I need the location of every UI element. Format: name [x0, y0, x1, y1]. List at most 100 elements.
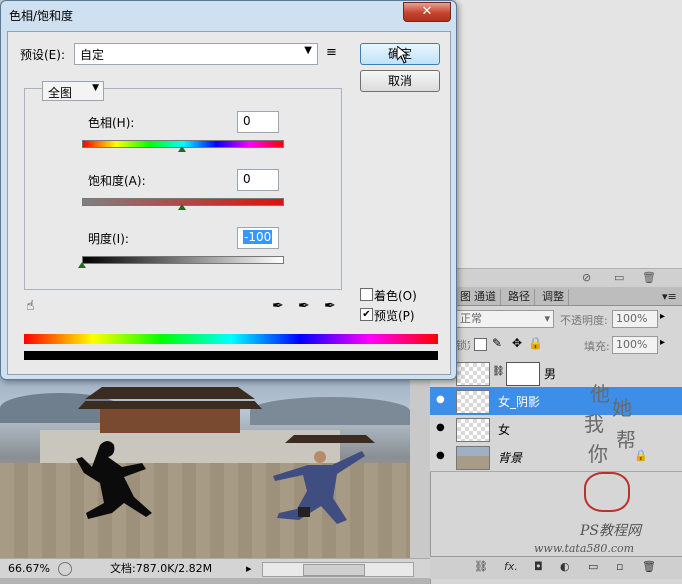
lightness-input[interactable]: -100	[237, 227, 279, 249]
lightness-slider-thumb[interactable]	[78, 262, 86, 268]
lock-move-icon[interactable]: ✥	[512, 336, 522, 350]
channel-select[interactable]: 全图 ▼	[42, 81, 104, 101]
palace-wall	[100, 405, 240, 433]
tab-channels[interactable]: 通道	[470, 289, 501, 305]
layer-thumbnail	[456, 390, 490, 414]
eye-icon[interactable]: ●	[436, 451, 448, 461]
dropdown-arrow-icon: ▼	[92, 83, 99, 93]
status-arrow-icon[interactable]: ▸	[246, 561, 252, 576]
fill-label: 填充:	[584, 340, 610, 353]
hue-label: 色相(H):	[88, 116, 135, 130]
status-bar: 66.67% 文档:787.0K/2.82M ▸	[0, 558, 430, 579]
saturation-value: 0	[243, 172, 251, 186]
layer-thumbnail	[456, 446, 490, 470]
preview-label: 预览(P)	[374, 309, 415, 323]
opacity-arrow-icon[interactable]: ▸	[660, 311, 665, 322]
trash-icon[interactable]: 🗑	[642, 271, 656, 284]
link-layers-icon[interactable]: ⛓	[474, 560, 488, 573]
input-spectrum-bar	[24, 334, 438, 344]
document-size: 文档:787.0K/2.82M	[110, 562, 213, 575]
add-mask-icon[interactable]: ◘	[534, 560, 543, 573]
close-button[interactable]: ✕	[403, 2, 451, 22]
hue-value: 0	[243, 114, 251, 128]
history-panel-footer: ⊘ ▭ 🗑	[456, 268, 682, 287]
eye-icon[interactable]: ●	[436, 423, 448, 433]
palace-roof-lower	[78, 401, 262, 409]
status-menu-icon[interactable]	[58, 562, 72, 576]
eye-icon[interactable]: ●	[436, 395, 448, 405]
colorize-label: 着色(O)	[374, 289, 417, 303]
dialog-titlebar[interactable]: 色相/饱和度	[1, 1, 456, 31]
saturation-label: 饱和度(A):	[88, 174, 146, 188]
mountain-shape	[250, 397, 410, 425]
red-seal	[584, 472, 630, 512]
panel-menu-icon[interactable]: ▾≡	[658, 289, 681, 305]
blend-row: 正常 ▾ 不透明度: 100% ▸	[456, 307, 682, 331]
blend-mode-value: 正常	[460, 312, 482, 325]
tab-adjustments[interactable]: 调整	[538, 289, 569, 305]
layer-name: 女_阴影	[498, 395, 541, 409]
site-url: www.tata580.com	[534, 542, 635, 555]
watermark-char: 你	[588, 442, 608, 466]
cancel-button[interactable]: 取消	[360, 70, 440, 92]
colorize-checkbox[interactable]	[360, 288, 373, 301]
lightness-label: 明度(I):	[88, 232, 129, 246]
palace-roof	[85, 387, 255, 399]
preset-label: 预设(E):	[20, 48, 65, 62]
preset-options-icon[interactable]: ≡	[326, 45, 337, 60]
checkmark-icon: ✔	[362, 309, 371, 320]
lightness-slider-track[interactable]	[82, 256, 284, 264]
saturation-input[interactable]: 0	[237, 169, 279, 191]
lightness-value: -100	[243, 230, 273, 244]
preset-value: 自定	[80, 48, 105, 62]
lock-transparent-icon[interactable]	[474, 338, 487, 351]
tab-paths[interactable]: 路径	[504, 289, 535, 305]
adjustment-layer-icon[interactable]: ◐	[560, 560, 570, 573]
side-hall-roof	[285, 435, 375, 443]
layer-name: 女	[498, 423, 511, 437]
martial-artist-figure	[273, 451, 365, 524]
layers-tab-bar: 图层 通道 路径 调整 ▾≡	[456, 287, 682, 306]
hue-saturation-dialog: 色相/饱和度 ✕ 预设(E): 自定 ▼ ≡ 确定 取消 全图 ▼ 色相(H):…	[0, 0, 457, 380]
dialog-client: 预设(E): 自定 ▼ ≡ 确定 取消 全图 ▼ 色相(H): 0 饱和度(A)…	[7, 31, 451, 375]
document-canvas[interactable]	[0, 375, 410, 558]
fill-arrow-icon[interactable]: ▸	[660, 337, 665, 348]
hue-input[interactable]: 0	[237, 111, 279, 133]
preview-checkbox[interactable]: ✔	[360, 308, 373, 321]
horizontal-scrollbar[interactable]	[262, 562, 414, 577]
lock-icon[interactable]: 🔒	[528, 336, 543, 350]
link-icon: ⛓	[492, 366, 505, 377]
watermark-char: 他	[590, 382, 610, 406]
fill-input[interactable]: 100%	[612, 336, 658, 354]
silhouette-figure	[76, 441, 152, 519]
history-panel-area	[456, 0, 682, 268]
eyedropper-minus-icon[interactable]: ✒	[324, 298, 336, 314]
saturation-slider-thumb[interactable]	[178, 204, 186, 210]
site-name: PS教程网	[580, 523, 642, 539]
fx-button[interactable]: fx.	[504, 560, 518, 573]
eyedropper-plus-icon[interactable]: ✒	[298, 298, 310, 314]
new-document-icon[interactable]: ▭	[614, 271, 624, 284]
lock-brush-icon[interactable]: ✎	[492, 336, 502, 350]
opacity-input[interactable]: 100%	[612, 310, 658, 328]
hand-adjust-icon[interactable]: ☝	[26, 298, 35, 314]
scrollbar-thumb[interactable]	[303, 564, 365, 576]
watermark-char: 帮	[616, 428, 636, 452]
watermark-char: 我	[584, 412, 604, 436]
eyedropper-icon[interactable]: ✒	[272, 298, 284, 314]
lock-row: 锁定: ✎ ✥ 🔒 填充: 100% ▸	[456, 334, 682, 356]
opacity-label: 不透明度:	[560, 314, 608, 327]
dropdown-arrow-icon: ▼	[304, 45, 312, 56]
layer-name: 男	[544, 367, 557, 381]
output-spectrum-bar	[24, 351, 438, 360]
layer-name: 背景	[498, 451, 523, 465]
preset-select[interactable]: 自定 ▼	[74, 43, 318, 65]
blend-mode-select[interactable]: 正常 ▾	[456, 310, 554, 328]
watermark-char: 她	[612, 396, 632, 420]
chevron-down-icon: ▾	[544, 312, 550, 325]
channel-value: 全图	[48, 86, 73, 100]
zoom-level[interactable]: 66.67%	[8, 561, 50, 576]
hue-slider-thumb[interactable]	[178, 146, 186, 152]
layer-mask-thumbnail[interactable]	[506, 362, 540, 386]
no-entry-icon[interactable]: ⊘	[582, 271, 591, 284]
